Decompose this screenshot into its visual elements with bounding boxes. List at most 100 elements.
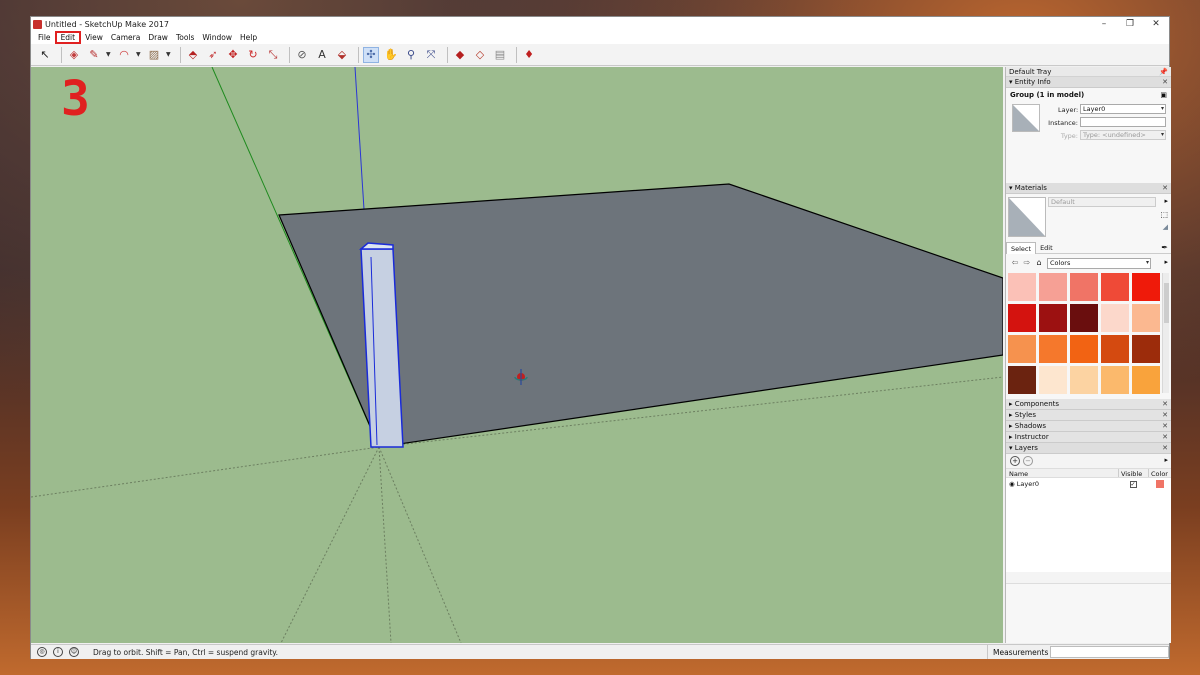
layer-color-swatch[interactable] — [1155, 480, 1164, 488]
scale-tool-icon[interactable]: ⤡ — [265, 47, 281, 63]
orbit-tool-icon[interactable]: ✣ — [363, 46, 379, 63]
eyedropper-icon[interactable]: ✒ — [1161, 243, 1168, 252]
material-swatch[interactable] — [1132, 304, 1160, 332]
material-swatch[interactable] — [1070, 304, 1098, 332]
material-swatch[interactable] — [1070, 366, 1098, 394]
pillar-top[interactable] — [358, 242, 394, 250]
forward-arrow-icon[interactable]: ⇨ — [1021, 257, 1033, 269]
zoom-tool-icon[interactable]: ⚲ — [403, 47, 419, 63]
menu-edit[interactable]: Edit — [54, 31, 82, 44]
details-arrow-icon[interactable]: ▸ — [1164, 258, 1168, 266]
3d-warehouse-icon[interactable]: ◆ — [452, 47, 468, 63]
material-swatch[interactable] — [1039, 304, 1067, 332]
library-select[interactable]: Colors ▾ — [1047, 257, 1151, 269]
close-panel-icon[interactable]: ✕ — [1162, 443, 1168, 454]
material-swatch[interactable] — [1101, 273, 1129, 301]
material-swatch[interactable] — [1008, 273, 1036, 301]
chevron-down-icon[interactable]: ▼ — [166, 51, 173, 58]
material-swatch[interactable] — [1070, 273, 1098, 301]
close-panel-icon[interactable]: ✕ — [1162, 432, 1168, 443]
menu-window[interactable]: Window — [198, 31, 236, 44]
menu-camera[interactable]: Camera — [107, 31, 144, 44]
toggle-details-icon[interactable]: ▣ — [1160, 91, 1167, 99]
column-color[interactable]: Color — [1148, 469, 1171, 478]
geo-location-icon[interactable]: ◎ — [37, 647, 47, 657]
rotate-tool-icon[interactable]: ↻ — [245, 47, 261, 63]
layer-visible-checkbox[interactable]: ✓ — [1129, 480, 1137, 488]
close-panel-icon[interactable]: ✕ — [1162, 77, 1168, 88]
layer-row[interactable]: ◉ Layer0 ✓ — [1006, 478, 1171, 490]
follow-me-tool-icon[interactable]: ➶ — [205, 47, 221, 63]
display-secondary-pane-icon[interactable]: ▸ — [1164, 197, 1168, 205]
close-panel-icon[interactable]: ✕ — [1162, 421, 1168, 432]
material-swatch[interactable] — [1101, 304, 1129, 332]
layers-header[interactable]: ▾ Layers ✕ — [1006, 443, 1171, 454]
create-material-icon[interactable]: ⬚ — [1160, 210, 1168, 219]
layer-select[interactable]: Layer0 ▾ — [1080, 104, 1166, 114]
material-swatch[interactable] — [1008, 335, 1036, 363]
material-swatch[interactable] — [1132, 273, 1160, 301]
tab-select[interactable]: Select — [1006, 241, 1037, 254]
close-button[interactable]: ✕ — [1143, 17, 1169, 31]
back-arrow-icon[interactable]: ⇦ — [1009, 257, 1021, 269]
material-swatch[interactable] — [1039, 366, 1067, 394]
styles-header[interactable]: ▸ Styles ✕ — [1006, 410, 1171, 421]
material-swatch[interactable] — [1101, 366, 1129, 394]
close-panel-icon[interactable]: ✕ — [1162, 183, 1168, 194]
push-pull-tool-icon[interactable]: ⬘ — [185, 47, 201, 63]
menu-file[interactable]: File — [34, 31, 55, 44]
move-tool-icon[interactable]: ✥ — [225, 47, 241, 63]
materials-header[interactable]: ▾ Materials ✕ — [1006, 183, 1171, 194]
extension-warehouse-icon[interactable]: ◇ — [472, 47, 488, 63]
menu-help[interactable]: Help — [236, 31, 261, 44]
material-swatch[interactable] — [1132, 366, 1160, 394]
chevron-down-icon[interactable]: ▼ — [106, 51, 113, 58]
ruby-console-icon[interactable]: ♦ — [521, 47, 537, 63]
user-icon[interactable]: ☺ — [69, 647, 79, 657]
entity-info-header[interactable]: ▾ Entity Info ✕ — [1006, 77, 1171, 88]
delete-layer-icon[interactable]: − — [1023, 456, 1033, 466]
scrollbar-thumb[interactable] — [1164, 283, 1169, 323]
3d-viewport[interactable]: 3 — [31, 67, 1003, 643]
select-tool-icon[interactable]: ↖ — [37, 47, 53, 63]
home-icon[interactable]: ⌂ — [1033, 257, 1045, 269]
default-material-icon[interactable]: ◢ — [1163, 223, 1168, 231]
line-tool-icon[interactable]: ✎ — [86, 47, 102, 63]
menu-view[interactable]: View — [81, 31, 107, 44]
menu-draw[interactable]: Draw — [144, 31, 172, 44]
credits-icon[interactable]: i — [53, 647, 63, 657]
shape-tool-icon[interactable]: ▨ — [146, 47, 162, 63]
measurements-input[interactable] — [1050, 646, 1169, 658]
zoom-extents-tool-icon[interactable]: ⤧ — [423, 47, 439, 63]
close-panel-icon[interactable]: ✕ — [1162, 399, 1168, 410]
column-name[interactable]: Name — [1006, 469, 1118, 478]
chevron-down-icon[interactable]: ▼ — [136, 51, 143, 58]
materials-scrollbar[interactable] — [1162, 273, 1169, 393]
tab-edit[interactable]: Edit — [1036, 242, 1057, 254]
material-swatch[interactable] — [1132, 335, 1160, 363]
column-visible[interactable]: Visible — [1118, 469, 1148, 478]
menu-tools[interactable]: Tools — [172, 31, 198, 44]
pan-tool-icon[interactable]: ✋ — [383, 47, 399, 63]
details-arrow-icon[interactable]: ▸ — [1164, 456, 1168, 464]
active-layer-radio-icon[interactable]: ◉ — [1009, 480, 1017, 488]
material-swatch[interactable] — [1039, 273, 1067, 301]
material-swatch[interactable] — [1039, 335, 1067, 363]
instance-field[interactable] — [1080, 117, 1166, 127]
tape-measure-tool-icon[interactable]: ⊘ — [294, 47, 310, 63]
close-panel-icon[interactable]: ✕ — [1162, 410, 1168, 421]
pin-icon[interactable]: 📌 — [1159, 67, 1168, 77]
text-tool-icon[interactable]: A — [314, 47, 330, 63]
shadows-header[interactable]: ▸ Shadows ✕ — [1006, 421, 1171, 432]
material-swatch[interactable] — [1070, 335, 1098, 363]
add-layer-icon[interactable]: + — [1010, 456, 1020, 466]
maximize-button[interactable]: ❐ — [1117, 17, 1143, 31]
arc-tool-icon[interactable]: ◠ — [116, 47, 132, 63]
paint-bucket-tool-icon[interactable]: ⬙ — [334, 47, 350, 63]
instructor-header[interactable]: ▸ Instructor ✕ — [1006, 432, 1171, 443]
material-swatch[interactable] — [1008, 304, 1036, 332]
minimize-button[interactable]: – — [1091, 17, 1117, 31]
material-swatch[interactable] — [1008, 366, 1036, 394]
layout-icon[interactable]: ▤ — [492, 47, 508, 63]
material-swatch[interactable] — [1101, 335, 1129, 363]
